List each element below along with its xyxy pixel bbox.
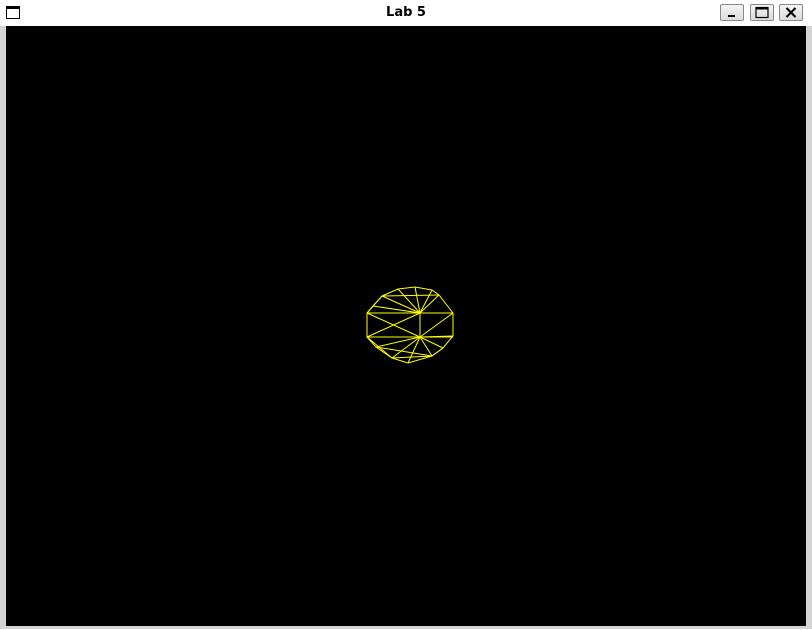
minimize-icon <box>728 15 735 17</box>
window-border-right <box>806 26 812 629</box>
title-bar[interactable]: Lab 5 <box>0 0 812 26</box>
app-window: Lab 5 <box>0 0 812 629</box>
maximize-button[interactable] <box>750 4 774 21</box>
window-title: Lab 5 <box>386 5 426 20</box>
minimize-button[interactable] <box>720 4 744 21</box>
close-button[interactable] <box>779 4 803 21</box>
maximize-icon <box>755 6 769 19</box>
wireframe-viewport <box>366 286 454 364</box>
wireframe-sphere <box>366 286 454 364</box>
render-canvas[interactable] <box>6 26 806 626</box>
close-icon <box>785 7 797 18</box>
